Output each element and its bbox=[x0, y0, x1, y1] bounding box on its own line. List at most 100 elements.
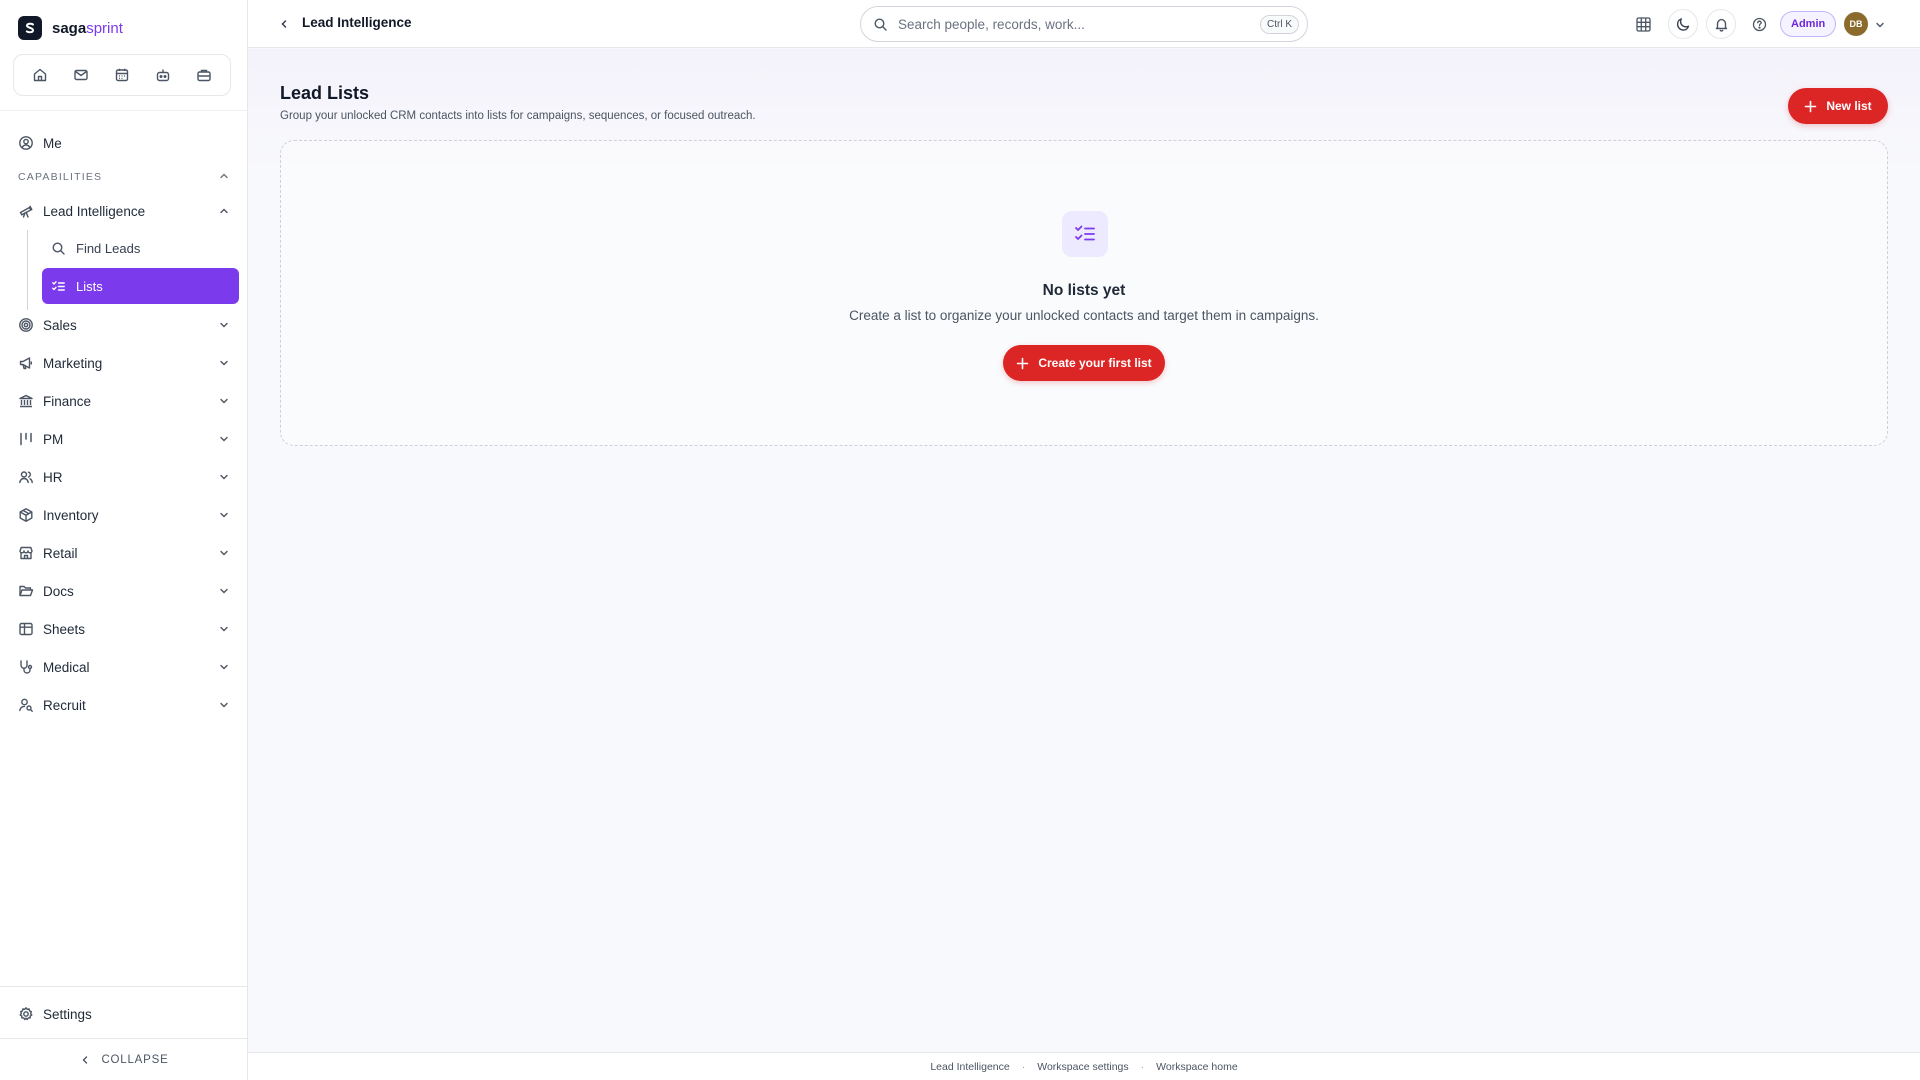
page-title: Lead Lists bbox=[280, 83, 370, 103]
sidebar-item-label: Lead Intelligence bbox=[43, 203, 146, 219]
notifications-button[interactable] bbox=[1706, 9, 1736, 39]
store-icon bbox=[18, 545, 34, 561]
sidebar-item-label: Recruit bbox=[43, 697, 86, 713]
sidebar-subitem-label: Lists bbox=[76, 278, 103, 294]
brand[interactable]: sagasprint bbox=[18, 16, 123, 40]
chevron-down-icon bbox=[218, 357, 230, 369]
chevron-down-icon bbox=[218, 319, 230, 331]
bank-icon bbox=[18, 393, 34, 409]
collapse-label: COLLAPSE bbox=[101, 1054, 169, 1066]
sidebar-item-label: Medical bbox=[43, 659, 90, 675]
footer-link-workspace-settings[interactable]: Workspace settings bbox=[1037, 1061, 1128, 1073]
create-first-list-button[interactable]: Create your first list bbox=[1003, 345, 1165, 381]
sidebar-item-hr[interactable]: HR bbox=[0, 458, 248, 496]
sidebar-item-docs[interactable]: Docs bbox=[0, 572, 248, 610]
mail-icon[interactable] bbox=[66, 60, 96, 90]
sidebar-item-pm[interactable]: PM bbox=[0, 420, 248, 458]
brand-name-accent: sprint bbox=[86, 19, 123, 37]
topbar: Lead Intelligence Ctrl K Admin DB bbox=[248, 0, 1920, 48]
sidebar-item-label: Sheets bbox=[43, 621, 86, 637]
empty-state: No lists yet Create a list to organize y… bbox=[280, 140, 1888, 446]
sidebar-item-label: Inventory bbox=[43, 507, 99, 523]
chevron-down-icon bbox=[218, 547, 230, 559]
back-button[interactable] bbox=[274, 14, 294, 34]
sidebar-divider bbox=[0, 1038, 248, 1039]
bell-icon bbox=[1714, 17, 1729, 32]
folder-open-icon bbox=[18, 583, 34, 599]
empty-state-description: Create a list to organize your unlocked … bbox=[849, 308, 1319, 323]
breadcrumb[interactable]: Lead Intelligence bbox=[302, 15, 412, 30]
brand-name: sagasprint bbox=[52, 20, 123, 37]
sidebar-divider bbox=[0, 110, 248, 111]
new-list-label: New list bbox=[1826, 99, 1872, 113]
grid-icon bbox=[1635, 16, 1652, 33]
capabilities-section-label[interactable]: CAPABILITIES bbox=[0, 162, 248, 192]
quick-bar bbox=[13, 54, 231, 96]
sidebar-divider bbox=[0, 986, 248, 987]
sidebar-item-medical[interactable]: Medical bbox=[0, 648, 248, 686]
sidebar: sagasprint Me CAPABILITIES Lead Intellig… bbox=[0, 0, 248, 1080]
footer-link-lead-intelligence[interactable]: Lead Intelligence bbox=[930, 1061, 1009, 1073]
sidebar-item-sales[interactable]: Sales bbox=[0, 306, 248, 344]
list-checks-icon bbox=[51, 279, 66, 294]
search-input[interactable] bbox=[898, 16, 1260, 32]
gear-icon bbox=[18, 1006, 34, 1022]
calendar-icon[interactable] bbox=[107, 60, 137, 90]
theme-toggle-button[interactable] bbox=[1668, 9, 1698, 39]
sidebar-item-label: Settings bbox=[43, 1006, 92, 1022]
chevron-up-icon bbox=[218, 170, 230, 185]
sidebar-nav: Me CAPABILITIES Lead Intelligence Find L… bbox=[0, 124, 248, 724]
list-checks-icon bbox=[1062, 211, 1108, 257]
user-search-icon bbox=[18, 697, 34, 713]
sidebar-subitem-label: Find Leads bbox=[76, 240, 141, 256]
avatar[interactable]: DB bbox=[1844, 12, 1868, 36]
home-icon[interactable] bbox=[25, 60, 55, 90]
chevron-down-icon bbox=[218, 509, 230, 521]
chevron-down-icon bbox=[218, 623, 230, 635]
section-label-text: CAPABILITIES bbox=[18, 171, 103, 183]
help-circle-icon bbox=[1752, 17, 1767, 32]
help-button[interactable] bbox=[1744, 9, 1774, 39]
sidebar-item-inventory[interactable]: Inventory bbox=[0, 496, 248, 534]
brand-name-main: saga bbox=[52, 19, 87, 37]
sidebar-item-label: Docs bbox=[43, 583, 74, 599]
plus-icon bbox=[1016, 357, 1029, 370]
megaphone-icon bbox=[18, 355, 34, 371]
footer-link-workspace-home[interactable]: Workspace home bbox=[1156, 1061, 1238, 1073]
sidebar-item-recruit[interactable]: Recruit bbox=[0, 686, 248, 724]
lead-intelligence-submenu: Find Leads Lists bbox=[0, 230, 248, 310]
users-icon bbox=[18, 469, 34, 485]
sidebar-item-lead-intelligence[interactable]: Lead Intelligence bbox=[0, 192, 248, 230]
create-first-list-label: Create your first list bbox=[1038, 356, 1152, 370]
sidebar-item-label: Finance bbox=[43, 393, 92, 409]
stethoscope-icon bbox=[18, 659, 34, 675]
sidebar-item-label: PM bbox=[43, 431, 64, 447]
bot-icon[interactable] bbox=[148, 60, 178, 90]
footer: Lead Intelligence · Workspace settings ·… bbox=[248, 1052, 1920, 1080]
apps-grid-button[interactable] bbox=[1628, 9, 1658, 39]
role-badge[interactable]: Admin bbox=[1780, 11, 1837, 37]
collapse-sidebar-button[interactable]: COLLAPSE bbox=[0, 1046, 248, 1074]
sidebar-item-label: Marketing bbox=[43, 355, 103, 371]
chevron-down-icon[interactable] bbox=[1874, 18, 1886, 30]
chevron-down-icon bbox=[218, 661, 230, 673]
chevron-down-icon bbox=[218, 699, 230, 711]
package-icon bbox=[18, 507, 34, 523]
sidebar-item-me[interactable]: Me bbox=[0, 124, 248, 162]
sidebar-subitem-find-leads[interactable]: Find Leads bbox=[42, 230, 239, 266]
sidebar-item-finance[interactable]: Finance bbox=[0, 382, 248, 420]
sidebar-item-settings[interactable]: Settings bbox=[0, 995, 248, 1033]
chevron-up-icon bbox=[218, 205, 230, 217]
briefcase-icon[interactable] bbox=[189, 60, 219, 90]
sidebar-item-sheets[interactable]: Sheets bbox=[0, 610, 248, 648]
sidebar-item-retail[interactable]: Retail bbox=[0, 534, 248, 572]
new-list-button[interactable]: New list bbox=[1788, 88, 1888, 124]
page-subtitle: Group your unlocked CRM contacts into li… bbox=[280, 110, 756, 122]
sidebar-subitem-lists[interactable]: Lists bbox=[42, 268, 239, 304]
table-icon bbox=[18, 621, 34, 637]
chevron-down-icon bbox=[218, 585, 230, 597]
plus-icon bbox=[1804, 100, 1817, 113]
search-icon bbox=[873, 17, 888, 32]
sidebar-item-marketing[interactable]: Marketing bbox=[0, 344, 248, 382]
moon-icon bbox=[1676, 17, 1691, 32]
